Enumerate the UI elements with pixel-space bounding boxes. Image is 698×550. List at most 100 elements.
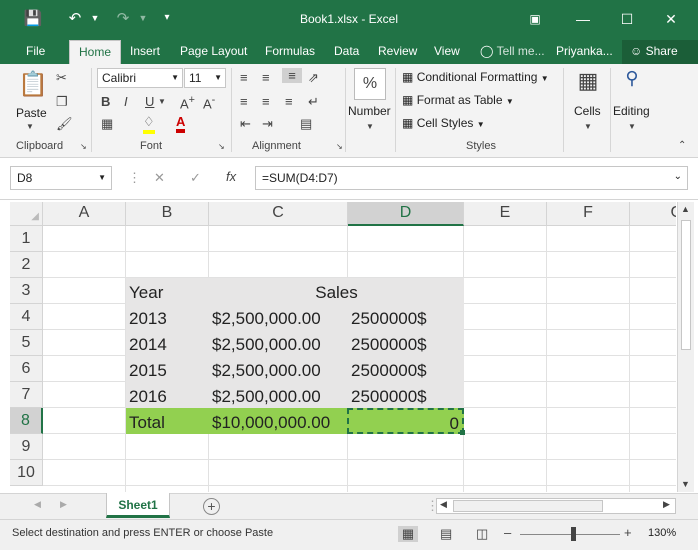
cell-c4[interactable]: $2,500,000.00 bbox=[209, 304, 348, 330]
number-dropdown-icon[interactable]: ▼ bbox=[366, 122, 374, 131]
tell-me-box[interactable]: ◯ Tell me... bbox=[480, 44, 545, 58]
insert-function-icon[interactable]: fx bbox=[226, 169, 236, 184]
cell-c8[interactable]: $10,000,000.00 bbox=[209, 408, 348, 434]
align-right-icon[interactable]: ≡ bbox=[285, 94, 293, 109]
fill-color-icon[interactable]: ♢ bbox=[143, 114, 155, 134]
bold-icon[interactable]: B bbox=[101, 94, 110, 109]
number-group-button[interactable]: Number bbox=[348, 104, 391, 118]
cell-b3[interactable]: Year bbox=[126, 278, 209, 304]
shrink-font-icon[interactable]: A- bbox=[203, 94, 215, 111]
formula-input[interactable]: =SUM(D4:D7) ⌄ bbox=[255, 166, 688, 190]
zoom-level[interactable]: 130% bbox=[648, 527, 676, 539]
editing-button[interactable]: Editing bbox=[613, 104, 650, 118]
borders-icon[interactable]: ▦ bbox=[101, 116, 113, 132]
search-icon[interactable]: ⚲ bbox=[618, 68, 646, 98]
scroll-right-icon[interactable]: ▶ bbox=[663, 499, 670, 510]
editing-dropdown-icon[interactable]: ▼ bbox=[628, 122, 636, 131]
merge-center-icon[interactable]: ▤ bbox=[300, 116, 312, 132]
cells-dropdown-icon[interactable]: ▼ bbox=[584, 122, 592, 131]
percent-icon[interactable]: % bbox=[354, 68, 386, 100]
cell-c5[interactable]: $2,500,000.00 bbox=[209, 330, 348, 356]
orientation-icon[interactable]: ⇗ bbox=[308, 70, 319, 86]
scroll-down-icon[interactable]: ▼ bbox=[681, 479, 690, 489]
row-header-3[interactable]: 3 bbox=[10, 278, 43, 304]
column-header-a[interactable]: A bbox=[43, 202, 126, 226]
row-header-9[interactable]: 9 bbox=[10, 434, 43, 460]
bottom-align-icon[interactable]: ≡ bbox=[282, 68, 302, 83]
font-color-icon[interactable]: A bbox=[176, 114, 186, 133]
row-header-5[interactable]: 5 bbox=[10, 330, 43, 356]
cell-c6[interactable]: $2,500,000.00 bbox=[209, 356, 348, 382]
page-layout-view-icon[interactable]: ▤ bbox=[440, 526, 452, 542]
row-header-10[interactable]: 10 bbox=[10, 460, 43, 486]
column-header-e[interactable]: E bbox=[464, 202, 547, 226]
top-align-icon[interactable]: ≡ bbox=[240, 70, 248, 85]
normal-view-icon[interactable]: ▦ bbox=[398, 526, 418, 542]
tab-home[interactable]: Home bbox=[69, 40, 122, 64]
column-header-c[interactable]: C bbox=[209, 202, 348, 226]
horizontal-scrollbar[interactable]: ◀ ▶ bbox=[436, 498, 676, 514]
cell-d8[interactable]: 0 bbox=[347, 408, 464, 434]
more-options-icon[interactable]: ⋮ bbox=[128, 170, 141, 186]
minimize-button[interactable]: — bbox=[568, 8, 598, 30]
tab-scroll-left-icon[interactable]: ◀ bbox=[34, 499, 41, 510]
cell-d4[interactable]: 2500000$ bbox=[348, 304, 464, 330]
alignment-launcher-icon[interactable]: ↘ bbox=[336, 142, 343, 151]
close-button[interactable]: ✕ bbox=[656, 8, 686, 30]
italic-icon[interactable]: I bbox=[124, 94, 128, 109]
row-header-7[interactable]: 7 bbox=[10, 382, 43, 408]
cancel-icon[interactable]: ✕ bbox=[154, 170, 165, 186]
cell-styles-button[interactable]: ▦ Cell Styles ▼ bbox=[402, 116, 485, 130]
cell-b4[interactable]: 2013 bbox=[126, 304, 209, 330]
clipboard-launcher-icon[interactable]: ↘ bbox=[80, 142, 87, 151]
row-header-2[interactable]: 2 bbox=[10, 252, 43, 278]
horizontal-scroll-thumb[interactable] bbox=[453, 500, 603, 512]
format-painter-icon[interactable]: 🖌 bbox=[56, 116, 73, 132]
add-sheet-button[interactable]: + bbox=[203, 498, 220, 515]
cell-b5[interactable]: 2014 bbox=[126, 330, 209, 356]
copy-icon[interactable]: ❐ bbox=[56, 94, 68, 110]
fill-handle[interactable] bbox=[460, 430, 465, 435]
row-header-6[interactable]: 6 bbox=[10, 356, 43, 382]
cell-d6[interactable]: 2500000$ bbox=[348, 356, 464, 382]
font-size-select[interactable]: 11 ▼ bbox=[184, 68, 226, 88]
maximize-button[interactable]: ☐ bbox=[612, 8, 642, 30]
enter-icon[interactable]: ✓ bbox=[190, 170, 201, 186]
tab-scroll-right-icon[interactable]: ▶ bbox=[60, 499, 67, 510]
format-as-table-button[interactable]: ▦ Format as Table ▼ bbox=[402, 93, 514, 107]
cells-icon[interactable]: ▦ bbox=[574, 68, 602, 98]
zoom-in-icon[interactable]: + bbox=[624, 525, 632, 540]
align-center-icon[interactable]: ≡ bbox=[262, 94, 270, 109]
cell-d7[interactable]: 2500000$ bbox=[348, 382, 464, 408]
underline-dropdown-icon[interactable]: ▼ bbox=[158, 97, 166, 106]
worksheet-grid[interactable]: ◢ A B C D E F G 1 2 3 4 5 6 7 8 9 10 Yea… bbox=[10, 202, 676, 492]
column-header-f[interactable]: F bbox=[547, 202, 630, 226]
vertical-scroll-thumb[interactable] bbox=[681, 220, 691, 350]
zoom-slider-thumb[interactable] bbox=[571, 527, 576, 541]
ribbon-display-icon[interactable]: ▣ bbox=[520, 8, 550, 30]
cells-button[interactable]: Cells bbox=[574, 104, 601, 118]
cell-b6[interactable]: 2015 bbox=[126, 356, 209, 382]
cell-c7[interactable]: $2,500,000.00 bbox=[209, 382, 348, 408]
zoom-slider[interactable] bbox=[520, 534, 620, 535]
tab-review[interactable]: Review bbox=[378, 44, 417, 58]
tab-view[interactable]: View bbox=[434, 44, 460, 58]
tab-page-layout[interactable]: Page Layout bbox=[180, 44, 247, 58]
tab-data[interactable]: Data bbox=[334, 44, 359, 58]
tab-insert[interactable]: Insert bbox=[130, 44, 160, 58]
sheet-tab-sheet1[interactable]: Sheet1 bbox=[106, 493, 170, 518]
page-break-view-icon[interactable]: ◫ bbox=[476, 526, 488, 542]
align-left-icon[interactable]: ≡ bbox=[240, 94, 248, 109]
middle-align-icon[interactable]: ≡ bbox=[262, 70, 270, 85]
cell-b7[interactable]: 2016 bbox=[126, 382, 209, 408]
collapse-ribbon-icon[interactable]: ⌃ bbox=[678, 140, 686, 151]
wrap-text-icon[interactable]: ↵ bbox=[308, 94, 319, 110]
row-header-4[interactable]: 4 bbox=[10, 304, 43, 330]
select-all-corner[interactable]: ◢ bbox=[10, 202, 43, 226]
column-header-d[interactable]: D bbox=[348, 202, 464, 226]
user-account[interactable]: Priyanka... bbox=[556, 44, 613, 58]
paste-icon[interactable]: 📋 bbox=[18, 70, 48, 100]
share-button[interactable]: ☺ Share bbox=[622, 40, 698, 64]
cut-icon[interactable]: ✂ bbox=[56, 70, 67, 86]
cell-b8[interactable]: Total bbox=[126, 408, 209, 434]
